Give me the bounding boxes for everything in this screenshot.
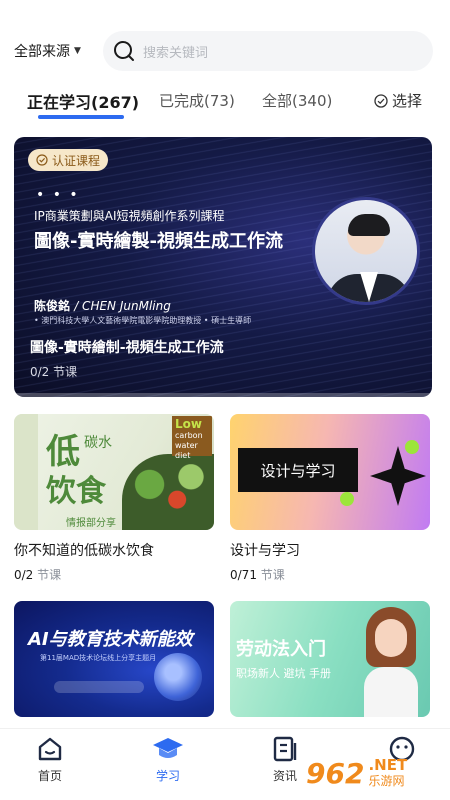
watermark-cn: 乐游网 [368, 774, 405, 788]
instructor-portrait [312, 197, 420, 305]
top-bar: 全部来源 ▼ 搜索关键词 [0, 30, 450, 72]
tab-all[interactable]: 全部(340) [262, 90, 332, 111]
low-carbon-tag: Low carbon water diet [172, 416, 212, 460]
poster-main-text: 圖像-實時繪製-視頻生成工作流 [34, 231, 283, 252]
salad-bowl-image [122, 454, 214, 530]
course-thumbnail: 劳动法入门 职场新人 避坑 手册 [230, 601, 430, 717]
featured-course-title: 圖像-實時繪制-視頻生成工作流 [30, 340, 224, 356]
course-card[interactable]: AI与教育技术新能效 第11届MAD技术论坛线上分享主题月 [14, 601, 214, 717]
poster-dots: • • • [36, 187, 80, 203]
poster-author: 陈俊銘 / CHEN JunMling [34, 297, 171, 314]
thumb-subtitle: 职场新人 避坑 手册 [236, 667, 331, 680]
thumb-subtitle: 第11届MAD技术论坛线上分享主题月 [40, 654, 157, 662]
graduation-cap-icon [153, 738, 183, 758]
course-thumbnail: 设计与学习 [230, 414, 430, 530]
author-name-en: / CHEN JunMling [74, 299, 171, 313]
certificate-icon [36, 154, 48, 166]
thumb-tagline: 情报部分享 [66, 518, 116, 529]
star-shape [370, 446, 426, 506]
thumb-title-box: 设计与学习 [238, 448, 358, 492]
search-input[interactable]: 搜索关键词 [103, 31, 433, 71]
watermark-number: 962 [306, 756, 365, 790]
featured-course-lessons: 0/2 节课 [30, 365, 78, 379]
smiley-icon [405, 440, 419, 454]
source-filter-label: 全部来源 [14, 44, 70, 60]
course-lessons: 0/71 节课 [230, 568, 285, 582]
thumb-date-pill [54, 681, 144, 693]
source-filter-dropdown[interactable]: 全部来源 ▼ [14, 41, 81, 61]
thumb-title: AI与教育技术新能效 [28, 629, 193, 650]
watermark-net: .NET [368, 756, 408, 774]
certified-course-badge: 认证课程 [28, 149, 109, 171]
robot-illustration [154, 653, 202, 701]
author-name: 陈俊銘 [34, 299, 71, 313]
site-watermark-logo: 962 .NET 乐游网 [306, 752, 446, 794]
thumb-small-text: 碳水 [84, 435, 112, 451]
poster-series-text: IP商業策劃與AI短視頻創作系列課程 [34, 209, 225, 223]
featured-course-card[interactable]: 认证课程 • • • IP商業策劃與AI短視頻創作系列課程 圖像-實時繪製-視頻… [14, 137, 432, 397]
tab-completed[interactable]: 已完成(73) [159, 90, 235, 111]
nav-item-study[interactable]: 学习 [138, 735, 198, 784]
poster-affiliation: • 澳門科技大學人文藝術學院電影學院助理教授 • 碩士生導師 [34, 316, 252, 325]
course-card[interactable]: 劳动法入门 职场新人 避坑 手册 [230, 601, 430, 717]
course-title: 设计与学习 [230, 543, 300, 559]
badge-label: 认证课程 [52, 153, 101, 168]
thumb-title: 劳动法入门 [236, 639, 326, 660]
status-tabs: 正在学习(267) 已完成(73) 全部(340) 选择 [0, 86, 450, 120]
course-thumbnail: 低 碳水 饮食 Low carbon water diet 情报部分享 [14, 414, 214, 530]
nav-label: 学习 [155, 769, 180, 783]
search-placeholder: 搜索关键词 [143, 45, 209, 61]
select-button[interactable]: 选择 [374, 90, 422, 111]
tab-in-progress[interactable]: 正在学习(267) [27, 89, 139, 113]
thumb-char-diet: 饮食 [46, 474, 106, 509]
nav-label: 资讯 [272, 769, 297, 783]
smiley-icon [340, 492, 354, 506]
course-card[interactable]: 低 碳水 饮食 Low carbon water diet 情报部分享 你不知道的… [14, 414, 214, 583]
nav-item-home[interactable]: 首页 [20, 735, 80, 784]
home-icon [38, 737, 62, 761]
woman-illustration [360, 607, 422, 717]
select-label: 选择 [391, 92, 422, 110]
search-icon [114, 41, 134, 61]
nav-label: 首页 [37, 769, 62, 783]
course-thumbnail: AI与教育技术新能效 第11届MAD技术论坛线上分享主题月 [14, 601, 214, 717]
caret-down-icon: ▼ [74, 46, 81, 56]
course-title: 你不知道的低碳水饮食 [14, 543, 154, 559]
active-tab-indicator [38, 115, 124, 119]
course-card[interactable]: 设计与学习 设计与学习 0/71 节课 [230, 414, 430, 583]
course-lessons: 0/2 节课 [14, 568, 62, 582]
check-circle-icon [374, 93, 388, 108]
news-icon [273, 736, 297, 762]
featured-progress-bar [14, 393, 432, 397]
